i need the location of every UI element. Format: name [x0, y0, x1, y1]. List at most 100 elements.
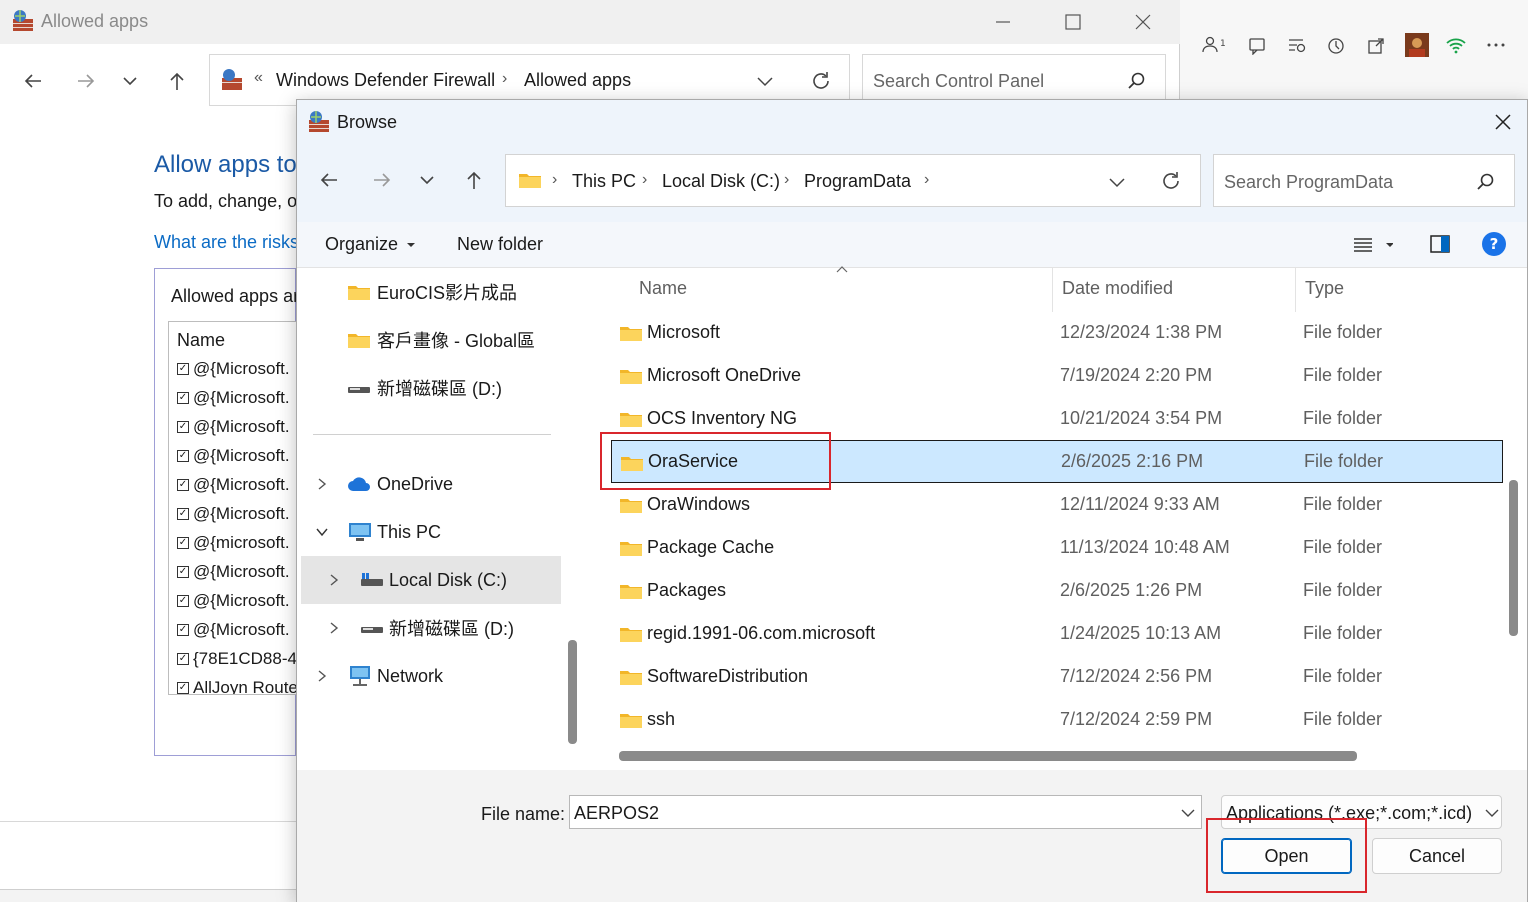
nav-item-onedrive[interactable]: OneDrive — [315, 460, 453, 508]
list-item[interactable]: ✓ @{Microsoft. — [177, 359, 290, 379]
svg-text:1: 1 — [1220, 39, 1226, 49]
refresh-icon[interactable] — [1160, 170, 1182, 192]
nav-item-eurocis[interactable]: EuroCIS影片成品 — [347, 268, 517, 316]
file-row[interactable]: ssh 7/12/2024 2:59 PM File folder — [611, 698, 1503, 741]
file-row[interactable]: Package Cache 11/13/2024 10:48 AM File fol… — [611, 526, 1503, 569]
column-header-name[interactable]: Name — [639, 278, 687, 299]
column-header-type[interactable]: Type — [1305, 278, 1344, 299]
file-name-input[interactable]: AERPOS2 — [569, 795, 1202, 829]
back-icon[interactable] — [313, 164, 345, 196]
breadcrumb-item[interactable]: Windows Defender Firewall — [276, 70, 495, 91]
breadcrumb-item[interactable]: Local Disk (C:) — [662, 171, 780, 192]
checkbox[interactable]: ✓ — [177, 479, 189, 491]
preview-pane-icon[interactable] — [1430, 234, 1450, 254]
cancel-button[interactable]: Cancel — [1372, 838, 1502, 874]
nav-item-customer-portrait[interactable]: 客戶畫像 - Global區 — [347, 316, 535, 364]
file-scrollbar-thumb[interactable] — [1509, 480, 1518, 636]
search-programdata[interactable]: Search ProgramData — [1213, 154, 1515, 207]
file-list[interactable]: Name Date modified Type Microsoft 12/23/2… — [593, 266, 1503, 770]
file-row[interactable]: Packages 2/6/2025 1:26 PM File folder — [611, 569, 1503, 612]
avatar[interactable] — [1405, 33, 1429, 57]
refresh-icon[interactable] — [810, 70, 832, 92]
chat-icon[interactable] — [1248, 37, 1266, 55]
checkbox[interactable]: ✓ — [177, 624, 189, 636]
horizontal-scrollbar-thumb[interactable] — [619, 751, 1357, 761]
help-icon[interactable]: ? — [1482, 232, 1506, 256]
close-icon[interactable] — [1133, 12, 1153, 32]
address-bar[interactable]: › This PC › Local Disk (C:) › ProgramDat… — [505, 154, 1201, 207]
checkbox[interactable]: ✓ — [177, 363, 189, 375]
allowed-apps-list[interactable]: Name ✓ @{Microsoft. ✓ @{Microsoft. ✓ @{Micros… — [168, 321, 296, 695]
nav-item-local-disk-c[interactable]: Local Disk (C:) — [327, 556, 507, 604]
breadcrumb-item[interactable]: Allowed apps — [524, 70, 631, 91]
nav-item-network[interactable]: Network — [315, 652, 443, 700]
list-item[interactable]: ✓ @{Microsoft. — [177, 562, 290, 582]
chevron-down-icon[interactable] — [315, 525, 347, 539]
checkbox[interactable]: ✓ — [177, 566, 189, 578]
share-icon[interactable] — [1367, 37, 1385, 55]
search-icon[interactable] — [1476, 172, 1496, 192]
chevron-down-icon[interactable] — [1180, 805, 1196, 821]
breadcrumb-separator[interactable]: › — [924, 171, 929, 189]
list-item[interactable]: ✓ @{Microsoft. — [177, 504, 290, 524]
transcript-icon[interactable] — [1287, 37, 1307, 55]
forward-icon[interactable] — [70, 65, 102, 97]
nav-item-this-pc[interactable]: This PC — [315, 508, 441, 556]
chevron-right-icon[interactable] — [327, 573, 359, 587]
file-row[interactable]: Microsoft 12/23/2024 1:38 PM File folder — [611, 311, 1503, 354]
file-row[interactable]: Microsoft OneDrive 7/19/2024 2:20 PM File … — [611, 354, 1503, 397]
list-item[interactable]: ✓ AllJoyn Route — [177, 678, 296, 694]
list-item[interactable]: ✓ @{Microsoft. — [177, 388, 290, 408]
chevron-right-icon[interactable] — [315, 669, 347, 683]
close-icon[interactable] — [1493, 112, 1513, 132]
navigation-pane[interactable]: EuroCIS影片成品 客戶畫像 - Global區 新增磁碟區 (D:) On… — [297, 268, 581, 770]
list-item[interactable]: ✓ @{microsoft. — [177, 533, 290, 553]
file-row[interactable]: SoftwareDistribution 7/12/2024 2:56 PM Fil… — [611, 655, 1503, 698]
nav-item-drive-d-quick[interactable]: 新增磁碟區 (D:) — [347, 364, 502, 412]
nav-item-drive-d[interactable]: 新增磁碟區 (D:) — [327, 604, 514, 652]
list-item[interactable]: ✓ @{Microsoft. — [177, 446, 290, 466]
chevron-right-icon[interactable] — [327, 621, 359, 635]
list-item[interactable]: ✓ @{Microsoft. — [177, 591, 290, 611]
column-header-date[interactable]: Date modified — [1062, 278, 1173, 299]
people-icon[interactable]: 1 — [1202, 36, 1230, 54]
list-header-name[interactable]: Name — [177, 330, 225, 351]
organize-button[interactable]: Organize — [325, 234, 418, 255]
recent-chevron-icon[interactable] — [114, 65, 146, 97]
checkbox[interactable]: ✓ — [177, 392, 189, 404]
chevron-down-icon[interactable] — [756, 72, 774, 90]
list-item[interactable]: ✓ @{Microsoft. — [177, 417, 290, 437]
new-folder-button[interactable]: New folder — [457, 234, 543, 255]
breadcrumb-item[interactable]: This PC — [572, 171, 636, 192]
chevron-right-icon[interactable] — [315, 477, 347, 491]
list-item[interactable]: ✓ @{Microsoft. — [177, 620, 290, 640]
search-icon[interactable] — [1127, 71, 1147, 91]
back-icon[interactable] — [17, 65, 49, 97]
up-icon[interactable] — [161, 65, 193, 97]
breadcrumb-separator: › — [552, 171, 558, 188]
up-icon[interactable] — [458, 164, 490, 196]
recent-chevron-icon[interactable] — [411, 164, 443, 196]
chevron-down-icon[interactable] — [1484, 805, 1500, 821]
checkbox[interactable]: ✓ — [177, 537, 189, 549]
checkbox[interactable]: ✓ — [177, 653, 189, 665]
file-row[interactable]: regid.1991-06.com.microsoft 1/24/2025 10:… — [611, 612, 1503, 655]
nav-scrollbar-thumb[interactable] — [568, 640, 577, 744]
chevron-down-icon[interactable] — [1108, 173, 1126, 191]
checkbox[interactable]: ✓ — [177, 595, 189, 607]
checkbox[interactable]: ✓ — [177, 421, 189, 433]
risk-link[interactable]: What are the risks — [154, 232, 299, 253]
list-item[interactable]: ✓ @{Microsoft. — [177, 475, 290, 495]
view-options-icon[interactable] — [1353, 235, 1393, 255]
checkbox[interactable]: ✓ — [177, 450, 189, 462]
minimize-icon[interactable] — [993, 12, 1013, 32]
clock-icon[interactable] — [1327, 37, 1345, 55]
checkbox[interactable]: ✓ — [177, 682, 189, 694]
breadcrumb-overflow[interactable]: « — [254, 69, 263, 87]
list-item[interactable]: ✓ {78E1CD88-4 — [177, 649, 296, 669]
checkbox[interactable]: ✓ — [177, 508, 189, 520]
forward-icon[interactable] — [366, 164, 398, 196]
more-icon[interactable] — [1486, 36, 1506, 54]
maximize-icon[interactable] — [1063, 12, 1083, 32]
breadcrumb-item[interactable]: ProgramData — [804, 171, 911, 192]
